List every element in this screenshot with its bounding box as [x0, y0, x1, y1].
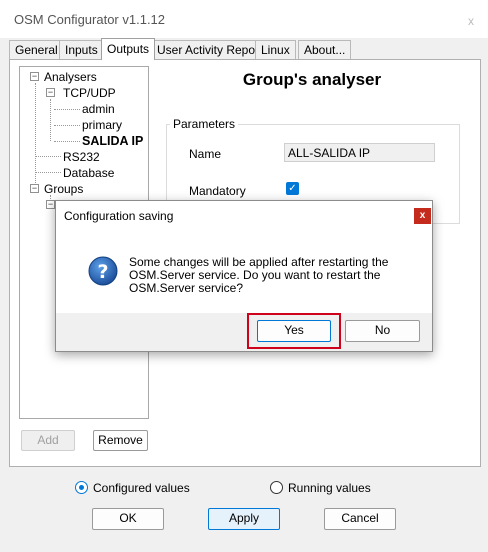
svg-text:?: ?	[97, 261, 108, 283]
tree-item-primary[interactable]: primary	[82, 118, 122, 132]
window-title: OSM Configurator v1.1.12	[14, 12, 166, 27]
title-bar: OSM Configurator v1.1.12 x	[0, 0, 488, 38]
tree-item-groups[interactable]: Groups	[44, 182, 83, 196]
collapse-groups-icon[interactable]: −	[30, 184, 39, 193]
yes-button-highlight	[247, 313, 341, 349]
name-label: Name	[189, 147, 222, 161]
remove-button[interactable]: Remove	[93, 430, 148, 451]
mandatory-checkbox[interactable]: ✓	[286, 182, 299, 195]
tree-item-tcp-udp[interactable]: TCP/UDP	[63, 86, 116, 100]
name-field[interactable]: ALL-SALIDA IP	[284, 143, 435, 162]
cancel-button[interactable]: Cancel	[324, 508, 396, 530]
dialog-message: Some changes will be applied after resta…	[129, 255, 389, 295]
tab-linux[interactable]: Linux	[255, 40, 296, 59]
tab-user-activity-report[interactable]: User Activity Report	[151, 40, 269, 59]
collapse-group-icon[interactable]: −	[46, 200, 55, 209]
running-values-label[interactable]: Running values	[288, 481, 371, 495]
add-button[interactable]: Add	[21, 430, 75, 451]
parameters-legend: Parameters	[170, 117, 239, 131]
tab-outputs[interactable]: Outputs	[101, 38, 156, 60]
page-title: Group's analyser	[242, 70, 382, 89]
close-window-button[interactable]: x	[462, 12, 480, 30]
dialog-body: ? Some changes will be applied after res…	[56, 230, 432, 313]
tree-item-admin[interactable]: admin	[82, 102, 115, 116]
tab-about[interactable]: About...	[298, 40, 352, 59]
dialog-title-bar: Configuration saving x	[56, 201, 432, 230]
running-values-radio[interactable]	[270, 481, 283, 494]
tree-item-analysers[interactable]: Analysers	[44, 70, 97, 84]
apply-button[interactable]: Apply	[208, 508, 280, 530]
tree-item-database[interactable]: Database	[63, 166, 114, 180]
configured-values-radio[interactable]	[75, 481, 88, 494]
ok-button[interactable]: OK	[92, 508, 164, 530]
bottom-panel	[9, 467, 481, 545]
no-button[interactable]: No	[345, 320, 420, 342]
mandatory-label: Mandatory	[189, 184, 246, 198]
tree-item-salida-ip[interactable]: SALIDA IP	[82, 134, 143, 148]
tab-general[interactable]: General	[9, 40, 64, 59]
collapse-analysers-icon[interactable]: −	[30, 72, 39, 81]
dialog-title: Configuration saving	[64, 209, 174, 223]
tab-inputs[interactable]: Inputs	[59, 40, 104, 59]
dialog-close-button[interactable]: x	[414, 208, 431, 224]
tree-item-rs232[interactable]: RS232	[63, 150, 100, 164]
configured-values-label[interactable]: Configured values	[93, 481, 190, 495]
configuration-saving-dialog: Configuration saving x ? Some changes wi…	[55, 200, 433, 352]
collapse-tcp-udp-icon[interactable]: −	[46, 88, 55, 97]
question-icon: ?	[88, 256, 118, 289]
